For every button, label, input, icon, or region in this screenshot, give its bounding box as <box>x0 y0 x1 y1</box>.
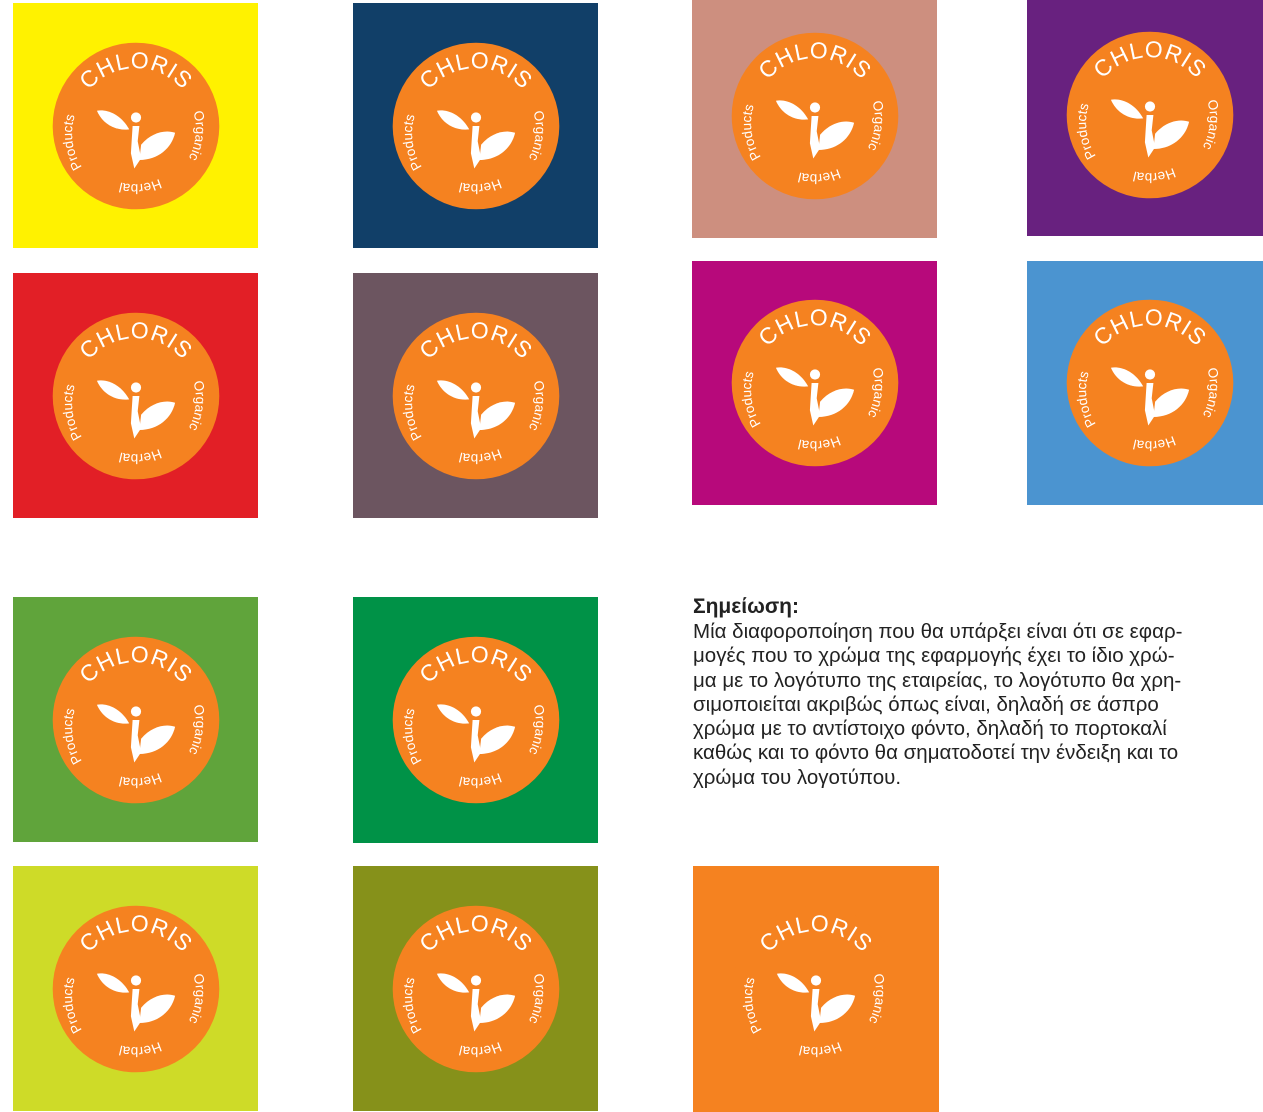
swatch-mauve-grey: CHLORIS Organic Herbal Products <box>353 273 598 518</box>
chloris-logo: CHLORISOrganicHerbalProducts <box>731 32 898 200</box>
chloris-logo: CHLORISOrganicHerbalProducts <box>52 42 219 209</box>
chloris-logo: CHLORISOrganicHerbalProducts <box>1066 31 1233 199</box>
note-line: καθώς και το φόντο θα σηματοδοτεί την έν… <box>693 741 1179 765</box>
chloris-logo: CHLORISOrganicHerbalProducts <box>392 636 559 804</box>
swatch-olive: CHLORIS Organic Herbal Products <box>353 866 598 1111</box>
swatch-sky-blue: CHLORIS Organic Herbal Products <box>1027 261 1263 505</box>
chloris-logo: CHLORISOrganicHerbalProducts <box>731 299 898 467</box>
note-body: Μία διαφοροποίηση που θα υπάρξει είναι ό… <box>693 620 1263 790</box>
swatch-green: CHLORIS Organic Herbal Products <box>13 597 258 842</box>
swatch-navy: CHLORIS Organic Herbal Products <box>353 3 598 248</box>
swatch-orange: CHLORIS Organic Herbal Products <box>693 866 939 1112</box>
note-line: Μία διαφοροποίηση που θα υπάρξει είναι ό… <box>693 620 1183 643</box>
swatch-yellow: CHLORIS Organic Herbal Products <box>13 3 258 248</box>
note-line: σιμοποιείται ακριβώς όπως είναι, δηλαδή … <box>693 692 1159 716</box>
swatch-purple: CHLORIS Organic Herbal Products <box>1027 0 1263 236</box>
swatch-dusty-rose: CHLORIS Organic Herbal Products <box>692 0 937 238</box>
chloris-logo: CHLORISOrganicHerbalProducts <box>392 42 559 209</box>
note-line: μογές που το χρώμα της εφαρμογής έχει το… <box>693 644 1175 668</box>
chloris-logo: CHLORISOrganicHerbalProducts <box>52 636 219 803</box>
chloris-logo: CHLORISOrganicHerbalProducts <box>732 905 900 1073</box>
chloris-logo: CHLORISOrganicHerbalProducts <box>52 312 219 479</box>
note-block: Σημείωση: Μία διαφοροποίηση που θα υπάρξ… <box>693 594 1263 790</box>
swatch-red: CHLORIS Organic Herbal Products <box>13 273 258 518</box>
swatch-lime: CHLORIS Organic Herbal Products <box>13 866 258 1111</box>
note-line: μα με το λογότυπο της εταιρείας, το λογό… <box>693 668 1182 692</box>
note-line: χρώμα με το αντίστοιχο φόντο, δηλαδή το … <box>693 717 1167 741</box>
swatch-emerald: CHLORIS Organic Herbal Products <box>353 597 598 843</box>
chloris-logo: CHLORISOrganicHerbalProducts <box>1066 299 1233 467</box>
chloris-logo: CHLORISOrganicHerbalProducts <box>392 905 559 1072</box>
note-title: Σημείωση: <box>693 595 800 618</box>
note-line: χρώμα του λογοτύπου. <box>693 765 902 789</box>
chloris-logo: CHLORISOrganicHerbalProducts <box>392 312 559 479</box>
chloris-logo: CHLORISOrganicHerbalProducts <box>52 905 219 1072</box>
swatch-magenta: CHLORIS Organic Herbal Products <box>692 261 937 505</box>
